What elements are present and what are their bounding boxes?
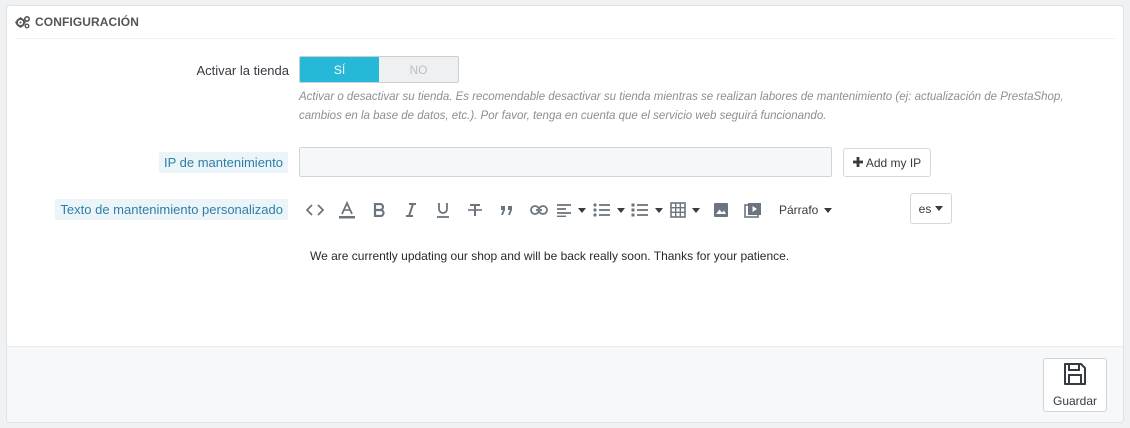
shop-enable-label: Activar la tienda — [196, 63, 290, 78]
shop-enable-help: Activar o desactivar su tienda. Es recom… — [299, 91, 1064, 122]
language-dropdown[interactable]: es — [910, 193, 952, 224]
strikethrough-icon[interactable] — [459, 194, 491, 226]
add-my-ip-label: Add my IP — [865, 155, 922, 170]
maintenance-ip-input[interactable] — [299, 147, 832, 177]
align-icon[interactable] — [555, 194, 587, 226]
editor-content: We are currently updating our shop and w… — [310, 249, 790, 263]
numbered-list-icon[interactable] — [631, 194, 663, 226]
underline-icon[interactable] — [427, 194, 459, 226]
bullet-list-icon[interactable] — [593, 194, 625, 226]
chevron-down-icon — [655, 207, 663, 213]
panel-title: CONFIGURACIÓN — [35, 15, 139, 29]
maintenance-text-editor[interactable]: We are currently updating our shop and w… — [299, 228, 1125, 328]
chevron-down-icon — [578, 207, 586, 213]
image-icon[interactable] — [705, 194, 737, 226]
maintenance-text-label: Texto de mantenimiento personalizado — [55, 199, 288, 220]
panel-footer: Guardar — [7, 346, 1123, 422]
bold-icon[interactable] — [363, 194, 395, 226]
switch-no-option[interactable]: NO — [379, 57, 458, 82]
link-icon[interactable] — [523, 194, 555, 226]
switch-yes-option[interactable]: SÍ — [300, 57, 379, 82]
chevron-down-icon — [824, 207, 833, 213]
plus-icon — [852, 156, 863, 170]
language-label: es — [918, 201, 932, 216]
paragraph-format-label: Párrafo — [779, 203, 819, 217]
add-my-ip-button[interactable]: Add my IP — [843, 148, 931, 177]
chevron-down-icon — [935, 206, 944, 211]
paragraph-format-dropdown[interactable]: Párrafo — [773, 194, 838, 226]
maintenance-ip-label: IP de mantenimiento — [159, 152, 288, 173]
save-button[interactable]: Guardar — [1043, 358, 1107, 412]
chevron-down-icon — [692, 207, 700, 213]
editor-toolbar: Párrafo — [299, 194, 899, 226]
text-color-icon[interactable] — [331, 194, 363, 226]
video-icon[interactable] — [737, 194, 769, 226]
cogs-icon — [15, 15, 31, 29]
panel-heading: CONFIGURACIÓN — [15, 6, 1115, 39]
code-view-icon[interactable] — [299, 194, 331, 226]
table-icon[interactable] — [669, 194, 701, 226]
floppy-disk-icon — [1063, 362, 1087, 389]
italic-icon[interactable] — [395, 194, 427, 226]
configuration-panel: CONFIGURACIÓN Activar la tienda SÍ NO Ac… — [6, 5, 1124, 423]
save-label: Guardar — [1052, 394, 1098, 408]
blockquote-icon[interactable] — [491, 194, 523, 226]
shop-enable-switch[interactable]: SÍ NO — [299, 56, 459, 83]
chevron-down-icon — [617, 207, 625, 213]
